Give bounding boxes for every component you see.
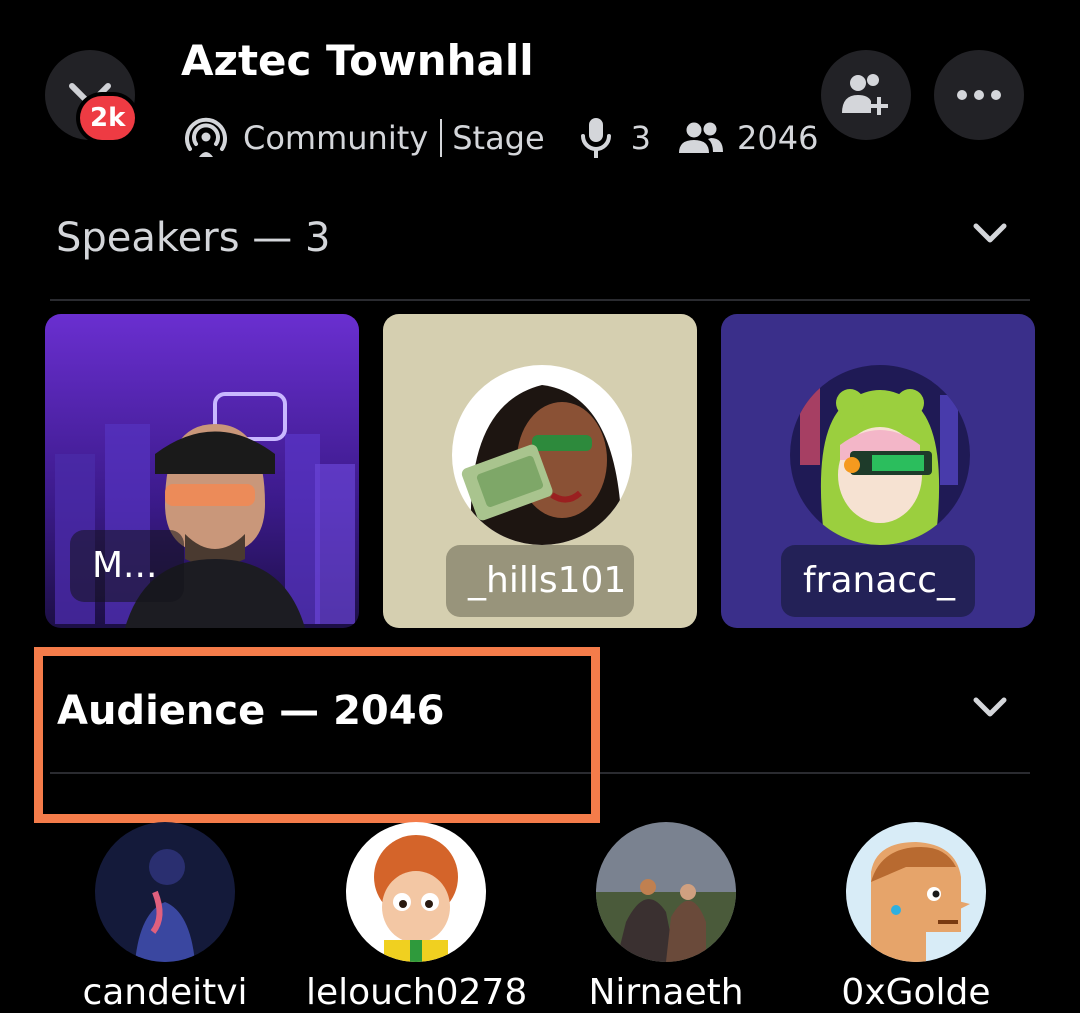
speaker-avatar — [790, 365, 970, 545]
listener-count: 2046 — [737, 119, 819, 157]
audience-avatar[interactable] — [596, 822, 736, 962]
audience-avatar[interactable] — [95, 822, 235, 962]
separator — [440, 119, 443, 157]
speaker-count: 3 — [630, 119, 652, 157]
people-icon — [679, 122, 724, 153]
audience-name: candeitvi — [82, 972, 248, 1013]
more-icon — [957, 90, 1001, 100]
notification-badge: 2k — [80, 96, 136, 140]
speaker-name: M... — [70, 530, 184, 602]
stage-broadcast-icon — [185, 117, 227, 157]
avatar-image — [596, 822, 736, 962]
highlight-box — [34, 647, 600, 823]
avatar-image — [95, 822, 235, 962]
microphone-icon — [580, 118, 611, 158]
stage-meta: Community Stage 3 2046 — [181, 112, 818, 164]
speaker-card[interactable]: _hills101 — [383, 314, 697, 628]
speaker-name: _hills101 — [446, 545, 634, 617]
channel-type: Community — [243, 119, 429, 157]
audience-name: 0xGolde — [841, 972, 991, 1013]
speaker-name: franacc_ — [781, 545, 975, 617]
more-options-button[interactable] — [934, 50, 1024, 140]
audience-avatar[interactable] — [846, 822, 986, 962]
speaker-avatar — [452, 365, 632, 545]
audience-name: lelouch02788 — [306, 972, 526, 1013]
audience-name: Nirnaeth — [588, 972, 744, 1013]
avatar-image — [846, 822, 986, 962]
collapse-audience-icon[interactable] — [972, 694, 1008, 720]
stage-title: Aztec Townhall — [181, 36, 534, 85]
avatar-image — [346, 822, 486, 962]
speaker-card[interactable]: M... — [45, 314, 359, 628]
speaker-card[interactable]: franacc_ — [721, 314, 1035, 628]
audience-avatar[interactable] — [346, 822, 486, 962]
invite-button[interactable] — [821, 50, 911, 140]
channel-mode: Stage — [452, 119, 545, 157]
speakers-heading: Speakers — 3 — [56, 215, 331, 261]
speakers-divider — [50, 299, 1030, 301]
collapse-speakers-icon[interactable] — [972, 220, 1008, 246]
add-user-icon — [842, 74, 888, 115]
